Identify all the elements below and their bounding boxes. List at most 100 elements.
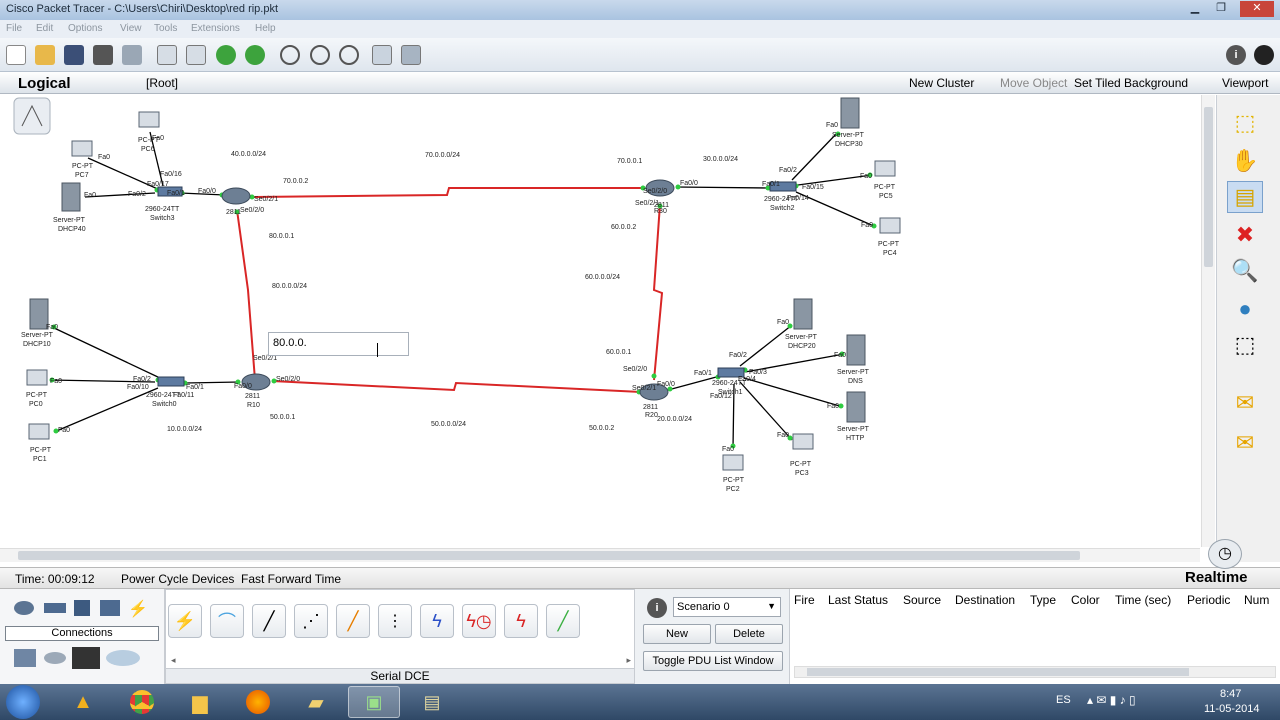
scenario-info-icon[interactable]: i bbox=[647, 598, 667, 618]
new-file-icon[interactable] bbox=[6, 45, 26, 65]
horizontal-scroll-thumb[interactable] bbox=[18, 551, 1080, 560]
column-num[interactable]: Num bbox=[1244, 593, 1269, 607]
clock-date[interactable]: 11-05-2014 bbox=[1204, 703, 1259, 715]
copper-straight-cable-icon[interactable]: ╱ bbox=[252, 604, 286, 638]
column-type[interactable]: Type bbox=[1030, 593, 1056, 607]
menu-options[interactable]: Options bbox=[68, 23, 102, 34]
input-language[interactable]: ES bbox=[1056, 694, 1071, 706]
root-breadcrumb[interactable]: [Root] bbox=[146, 76, 178, 90]
end-devices-icon[interactable] bbox=[14, 649, 36, 667]
power-cycle-button[interactable]: Power Cycle Devices bbox=[121, 572, 234, 586]
new-scenario-button[interactable]: New bbox=[643, 624, 711, 644]
column-last-status[interactable]: Last Status bbox=[828, 593, 888, 607]
vertical-scroll-thumb[interactable] bbox=[1204, 107, 1213, 267]
place-note-icon[interactable]: ▤ bbox=[1227, 181, 1263, 213]
menu-help[interactable]: Help bbox=[255, 23, 276, 34]
palette-icon[interactable] bbox=[372, 45, 392, 65]
set-tiled-background-button[interactable]: Set Tiled Background bbox=[1074, 76, 1188, 90]
column-color[interactable]: Color bbox=[1071, 593, 1100, 607]
serial-dte-cable-icon[interactable]: ϟ bbox=[504, 604, 538, 638]
column-fire[interactable]: Fire bbox=[794, 593, 815, 607]
serial-dce-cable-icon[interactable]: ϟ◷ bbox=[462, 604, 496, 638]
paste-icon[interactable] bbox=[186, 45, 206, 65]
menu-file[interactable]: File bbox=[6, 23, 22, 34]
horizontal-scrollbar[interactable] bbox=[0, 548, 1200, 562]
select-tool-icon[interactable]: ⬚ bbox=[1227, 107, 1263, 139]
wireless-category-icon[interactable] bbox=[100, 600, 120, 616]
save-icon[interactable] bbox=[64, 45, 84, 65]
realtime-tab[interactable]: Realtime bbox=[1185, 569, 1248, 586]
column-time[interactable]: Time (sec) bbox=[1115, 593, 1171, 607]
topology-diagram[interactable]: 2811 PC-PTPC7 PC-PTPC6 Server-PTDHCP40 2… bbox=[0, 95, 1200, 547]
menu-tools[interactable]: Tools bbox=[154, 23, 177, 34]
clock-time[interactable]: 8:47 bbox=[1220, 688, 1241, 700]
console-cable-icon[interactable]: ⌒ bbox=[210, 604, 244, 638]
new-cluster-button[interactable]: New Cluster bbox=[909, 76, 974, 90]
open-folder-icon[interactable] bbox=[35, 45, 55, 65]
copy-icon[interactable] bbox=[157, 45, 177, 65]
copper-cross-cable-icon[interactable]: ⋰ bbox=[294, 604, 328, 638]
octal-cable-icon[interactable]: ╱ bbox=[546, 604, 580, 638]
fiber-cable-icon[interactable]: ╱ bbox=[336, 604, 370, 638]
inspect-icon[interactable]: 🔍 bbox=[1227, 255, 1263, 287]
info-icon[interactable]: i bbox=[1226, 45, 1246, 65]
network-info-icon[interactable] bbox=[1254, 45, 1274, 65]
phone-cable-icon[interactable]: ⋮ bbox=[378, 604, 412, 638]
fast-forward-button[interactable]: Fast Forward Time bbox=[241, 572, 341, 586]
pdu-horizontal-scrollbar[interactable] bbox=[794, 666, 1276, 678]
menu-view[interactable]: View bbox=[120, 23, 142, 34]
realtime-clock-icon[interactable]: ◷ bbox=[1208, 539, 1242, 569]
packet-tracer-taskbar-icon[interactable]: ▣ bbox=[348, 686, 400, 718]
custom-device-icon[interactable] bbox=[401, 45, 421, 65]
hubs-category-icon[interactable] bbox=[74, 600, 90, 616]
zoom-out-icon[interactable] bbox=[339, 45, 359, 65]
delete-scenario-button[interactable]: Delete bbox=[715, 624, 783, 644]
coaxial-cable-icon[interactable]: ϟ bbox=[420, 604, 454, 638]
vertical-scrollbar[interactable] bbox=[1201, 95, 1215, 547]
routers-category-icon[interactable] bbox=[14, 601, 34, 615]
folder-icon[interactable]: ▰ bbox=[290, 686, 342, 718]
column-source[interactable]: Source bbox=[903, 593, 941, 607]
switch-switch0[interactable] bbox=[157, 376, 185, 387]
logical-canvas[interactable]: 2811 PC-PT PC7 PC-PT PC6 Server-PT DHCP40 bbox=[0, 95, 1200, 547]
undo-icon[interactable] bbox=[216, 45, 236, 65]
move-object-button[interactable]: Move Object bbox=[1000, 76, 1067, 90]
custom-devices-icon[interactable] bbox=[72, 647, 100, 669]
avast-icon[interactable]: ▲ bbox=[57, 686, 109, 718]
connections-category-icon[interactable]: ⚡ bbox=[128, 599, 148, 618]
activity-wizard-icon[interactable] bbox=[122, 45, 142, 65]
multiuser-icon[interactable] bbox=[106, 650, 140, 666]
recorder-icon[interactable]: ▤ bbox=[406, 686, 458, 718]
maximize-button[interactable]: ❐ bbox=[1210, 1, 1232, 17]
chrome-icon[interactable] bbox=[116, 686, 168, 718]
file-explorer-icon[interactable]: ▆ bbox=[174, 686, 226, 718]
draw-shape-icon[interactable]: ● bbox=[1227, 293, 1263, 325]
resize-shape-icon[interactable]: ⬚ bbox=[1227, 329, 1263, 361]
switches-category-icon[interactable] bbox=[44, 603, 66, 613]
add-complex-pdu-icon[interactable]: ✉ bbox=[1227, 427, 1263, 459]
delete-icon[interactable]: ✖ bbox=[1227, 219, 1263, 251]
firefox-icon[interactable] bbox=[232, 686, 284, 718]
canvas-note-input[interactable]: 80.0.0. bbox=[268, 332, 409, 356]
close-button[interactable]: ✕ bbox=[1240, 1, 1274, 17]
move-layout-icon[interactable]: ✋ bbox=[1227, 145, 1263, 177]
toggle-pdu-list-button[interactable]: Toggle PDU List Window bbox=[643, 651, 783, 671]
add-simple-pdu-icon[interactable]: ✉ bbox=[1227, 387, 1263, 419]
minimize-button[interactable]: ▁ bbox=[1184, 1, 1206, 17]
viewport-button[interactable]: Viewport bbox=[1222, 76, 1268, 90]
column-destination[interactable]: Destination bbox=[955, 593, 1015, 607]
pdu-scroll-thumb[interactable] bbox=[807, 668, 1189, 676]
column-periodic[interactable]: Periodic bbox=[1187, 593, 1230, 607]
menu-edit[interactable]: Edit bbox=[36, 23, 53, 34]
wan-emulation-icon[interactable] bbox=[44, 652, 66, 664]
scenario-select[interactable]: Scenario 0 ▼ bbox=[673, 597, 781, 617]
cable-scroll[interactable]: ◂ ▸ bbox=[171, 655, 631, 665]
logical-tab[interactable]: Logical bbox=[18, 75, 71, 92]
redo-icon[interactable] bbox=[245, 45, 265, 65]
print-icon[interactable] bbox=[93, 45, 113, 65]
menu-extensions[interactable]: Extensions bbox=[191, 23, 240, 34]
auto-connect-cable-icon[interactable]: ⚡ bbox=[168, 604, 202, 638]
zoom-reset-icon[interactable] bbox=[310, 45, 330, 65]
zoom-in-icon[interactable] bbox=[280, 45, 300, 65]
tray-icons[interactable]: ▴ ✉ ▮ ♪ ▯ bbox=[1087, 693, 1136, 707]
